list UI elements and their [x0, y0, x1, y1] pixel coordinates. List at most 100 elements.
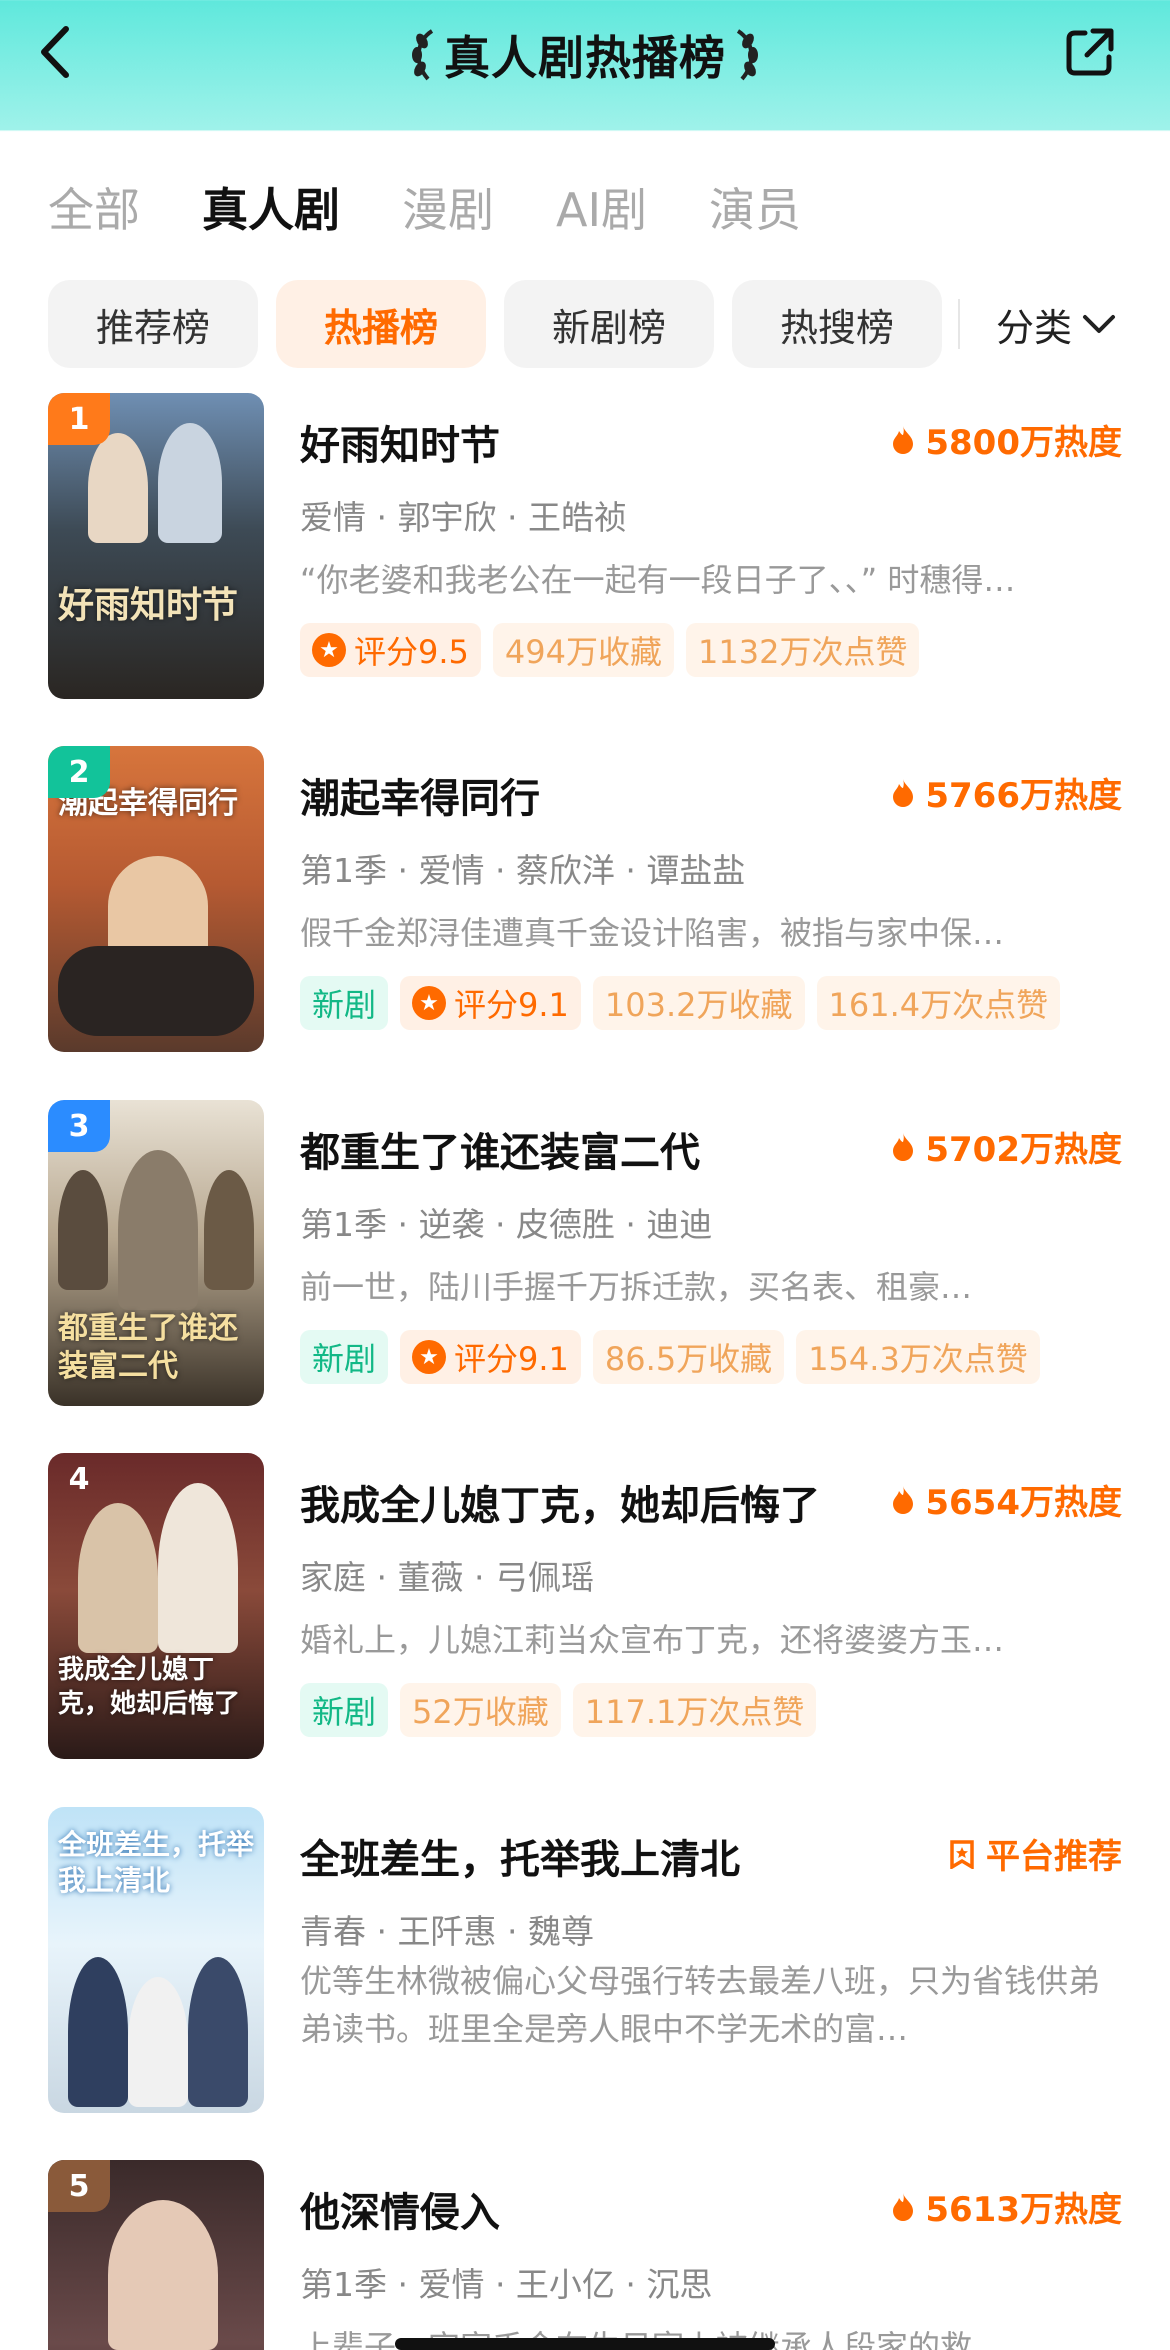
cover-figure	[58, 946, 254, 1036]
page-title: 真人剧热播榜	[444, 31, 726, 85]
new-badge: 新剧	[300, 1330, 389, 1384]
cover-figure	[158, 423, 222, 543]
star-icon: ★	[412, 1340, 447, 1374]
tab-live-action[interactable]: 真人剧	[202, 174, 340, 240]
list-item[interactable]: 我成全儿媳丁克，她却后悔了 4 我成全儿媳丁克，她却后悔了 5654万热度 家庭…	[0, 1453, 1170, 1759]
item-info: 我成全儿媳丁克，她却后悔了 5654万热度 家庭 · 董薇 · 弓佩瑶 婚礼上，…	[300, 1453, 1122, 1759]
chip-recommend[interactable]: 推荐榜	[48, 280, 258, 368]
cover-figure	[128, 1977, 188, 2107]
cover-figure	[68, 1957, 128, 2107]
chip-new[interactable]: 新剧榜	[504, 280, 714, 368]
cover-image: 全班差生，托举我上清北	[48, 1807, 264, 2113]
item-badges: 新剧 52万收藏 117.1万次点赞	[300, 1683, 817, 1737]
ranking-chips: 推荐榜 热播榜 新剧榜 热搜榜 分类	[48, 280, 1170, 368]
tab-actors[interactable]: 演员	[709, 174, 801, 240]
tab-all[interactable]: 全部	[48, 174, 140, 240]
cover-figure	[118, 1150, 198, 1310]
star-icon: ★	[312, 633, 346, 667]
cover-image: 5	[48, 2160, 264, 2350]
home-indicator-pill	[395, 2338, 775, 2350]
list-item[interactable]: 都重生了谁还装富二代 3 都重生了谁还装富二代 5702万热度 第1季 · 逆袭…	[0, 1100, 1170, 1406]
flame-icon	[893, 425, 914, 454]
platform-recommend: 平台推荐	[948, 1829, 1122, 1878]
rank-badge: 3	[48, 1100, 110, 1152]
cover-image: 我成全儿媳丁克，她却后悔了 4	[48, 1453, 264, 1759]
flame-icon	[893, 1132, 914, 1161]
item-title: 全班差生，托举我上清北	[300, 1837, 740, 1883]
item-badges: 新剧 ★ 评分9.1 103.2万收藏 161.4万次点赞	[300, 976, 1061, 1030]
heat-value: 5702万热度	[891, 1122, 1122, 1171]
item-info: 他深情侵入 5613万热度 第1季 · 爱情 · 王小亿 · 沉思 上辈子，宋家…	[300, 2160, 1122, 2350]
share-button[interactable]	[1060, 22, 1120, 82]
item-info: 都重生了谁还装富二代 5702万热度 第1季 · 逆袭 · 皮德胜 · 迪迪 前…	[300, 1100, 1122, 1406]
item-info: 潮起幸得同行 5766万热度 第1季 · 爱情 · 蔡欣洋 · 谭盐盐 假千金郑…	[300, 746, 1122, 1052]
new-badge: 新剧	[300, 976, 389, 1030]
heat-value: 5654万热度	[891, 1475, 1122, 1524]
home-indicator	[0, 2326, 1170, 2350]
item-meta: 第1季 · 爱情 · 蔡欣洋 · 谭盐盐	[300, 851, 746, 890]
item-description: “你老婆和我老公在一起有一段日子了、、” 时穗得…	[300, 561, 1016, 599]
likes-badge: 154.3万次点赞	[796, 1330, 1040, 1384]
chip-hot-search[interactable]: 热搜榜	[732, 280, 942, 368]
heat-value: 5800万热度	[891, 415, 1122, 464]
flame-icon	[893, 1485, 914, 1514]
cover-figure	[108, 856, 208, 956]
likes-badge: 1132万次点赞	[686, 623, 920, 677]
favorites-badge: 52万收藏	[400, 1683, 561, 1737]
chip-hot-play[interactable]: 热播榜	[276, 280, 486, 368]
score-text: 评分9.1	[454, 1340, 569, 1378]
cover-figure	[158, 1483, 238, 1653]
list-item[interactable]: 潮起幸得同行 2 潮起幸得同行 5766万热度 第1季 · 爱情 · 蔡欣洋 ·…	[0, 746, 1170, 1052]
item-badges: 新剧 ★ 评分9.1 86.5万收藏 154.3万次点赞	[300, 1330, 1040, 1384]
page-title-wrap: 真人剧热播榜	[0, 20, 1170, 90]
item-meta: 第1季 · 爱情 · 王小亿 · 沉思	[300, 2265, 713, 2304]
score-badge: ★ 评分9.1	[400, 976, 581, 1030]
cover-title: 好雨知时节	[58, 584, 239, 626]
tab-comic[interactable]: 漫剧	[402, 174, 494, 240]
item-description: 前一世，陆川手握千万拆迁款，买名表、租豪…	[300, 1268, 973, 1306]
cover-figure	[88, 433, 148, 543]
rank-badge: 2	[48, 746, 110, 798]
flame-icon	[893, 778, 914, 807]
heat-value: 5613万热度	[891, 2182, 1122, 2231]
item-badges: ★ 评分9.5 494万收藏 1132万次点赞	[300, 623, 920, 677]
cover-image: 好雨知时节 1	[48, 393, 264, 699]
favorites-badge: 494万收藏	[492, 623, 674, 677]
cover-title: 全班差生，托举我上清北	[58, 1828, 255, 1897]
star-icon: ★	[412, 986, 447, 1020]
favorites-badge: 103.2万收藏	[592, 976, 805, 1030]
score-text: 评分9.5	[354, 633, 469, 671]
item-title: 潮起幸得同行	[300, 776, 540, 822]
flame-icon	[893, 2192, 914, 2221]
list-item[interactable]: 全班差生，托举我上清北 全班差生，托举我上清北 平台推荐 青春 · 王阡惠 · …	[0, 1807, 1170, 2113]
likes-badge: 117.1万次点赞	[572, 1683, 817, 1737]
cover-title: 都重生了谁还装富二代	[58, 1311, 238, 1384]
rank-badge: 1	[48, 393, 110, 445]
chip-divider	[958, 299, 960, 349]
favorites-badge: 86.5万收藏	[592, 1330, 785, 1384]
list-item[interactable]: 5 他深情侵入 5613万热度 第1季 · 爱情 · 王小亿 · 沉思 上辈子，…	[0, 2160, 1170, 2350]
heat-text: 5654万热度	[925, 1483, 1122, 1523]
cover-image: 都重生了谁还装富二代 3	[48, 1100, 264, 1406]
cover-title: 我成全儿媳丁克，她却后悔了	[58, 1655, 241, 1719]
rank-badge: 5	[48, 2160, 110, 2212]
list-item[interactable]: 好雨知时节 1 好雨知时节 5800万热度 爱情 · 郭宇欣 · 王皓祯 “你老…	[0, 393, 1170, 699]
item-description: 假千金郑浔佳遭真千金设计陷害，被指与家中保…	[300, 914, 1005, 952]
cover-figure	[78, 1503, 158, 1653]
category-label: 分类	[996, 305, 1073, 350]
chevron-down-icon	[1083, 315, 1116, 333]
item-title: 好雨知时节	[300, 423, 500, 469]
item-description: 婚礼上，儿媳江莉当众宣布丁克，还将婆婆方玉…	[300, 1621, 1005, 1659]
cover-figure	[58, 1170, 108, 1290]
recommend-text: 平台推荐	[986, 1837, 1122, 1877]
category-dropdown[interactable]: 分类	[996, 297, 1116, 352]
score-badge: ★ 评分9.5	[300, 623, 481, 677]
item-description: 优等生林微被偏心父母强行转去最差八班，只为省钱供弟弟读书。班里全是旁人眼中不学无…	[300, 1962, 1101, 2048]
tab-ai[interactable]: AI剧	[556, 174, 647, 240]
item-meta: 青春 · 王阡惠 · 魏尊	[300, 1912, 594, 1951]
top-bar: 真人剧热播榜	[0, 0, 1170, 130]
cover-figure	[204, 1170, 254, 1290]
score-text: 评分9.1	[454, 986, 569, 1024]
laurel-right-icon	[736, 29, 758, 81]
laurel-left-icon	[412, 29, 434, 81]
